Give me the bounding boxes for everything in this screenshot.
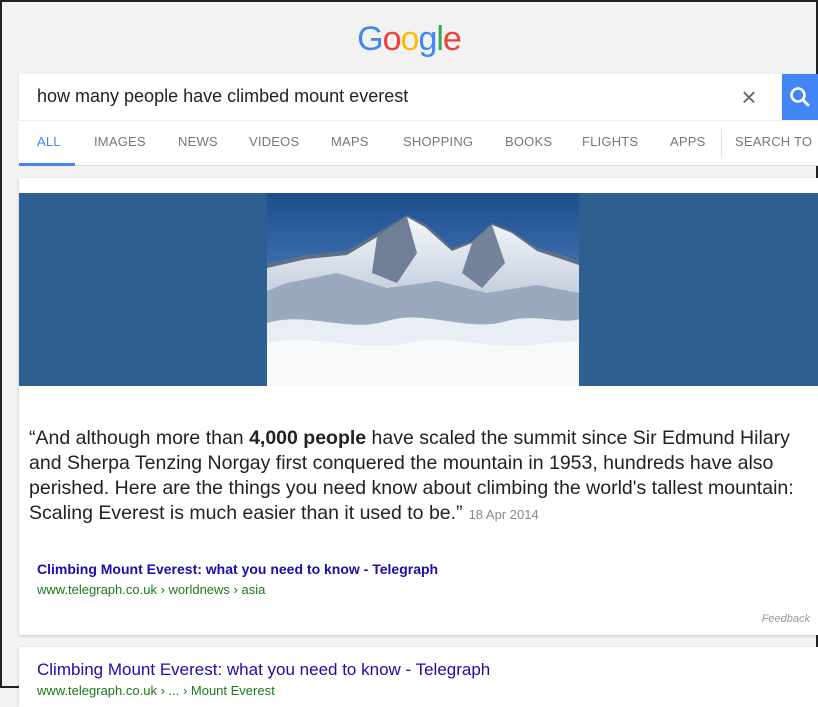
- tab-maps[interactable]: MAPS: [331, 134, 369, 149]
- feedback-link[interactable]: Feedback: [762, 613, 810, 625]
- snippet-date: 18 Apr 2014: [468, 507, 539, 522]
- featured-snippet-card: “And although more than 4,000 people hav…: [19, 178, 818, 635]
- tab-news[interactable]: NEWS: [178, 134, 218, 149]
- logo-letter: o: [382, 20, 402, 58]
- quote-text: “And although more than: [29, 427, 250, 449]
- hero-banner: [19, 193, 818, 386]
- active-tab-indicator: [19, 163, 75, 166]
- search-icon: [790, 87, 810, 107]
- tab-apps[interactable]: APPS: [670, 134, 705, 149]
- result-url[interactable]: www.telegraph.co.uk › ... › Mount Everes…: [37, 683, 275, 698]
- featured-quote: “And although more than 4,000 people hav…: [29, 426, 809, 527]
- search-button[interactable]: [782, 74, 818, 120]
- google-logo[interactable]: Google: [2, 20, 816, 59]
- tab-divider: [721, 129, 722, 157]
- featured-result-link[interactable]: Climbing Mount Everest: what you need to…: [37, 561, 438, 577]
- tab-books[interactable]: BOOKS: [505, 134, 552, 149]
- tab-all[interactable]: ALL: [37, 134, 61, 149]
- search-bar: how many people have climbed mount evere…: [19, 74, 818, 120]
- clear-search-button[interactable]: ×: [734, 82, 764, 112]
- logo-letter: g: [418, 20, 437, 58]
- tab-search-tools[interactable]: SEARCH TO: [735, 134, 812, 149]
- result-title-link[interactable]: Climbing Mount Everest: what you need to…: [37, 660, 490, 680]
- search-tabs: ALL IMAGES NEWS VIDEOS MAPS SHOPPING BOO…: [19, 120, 818, 166]
- logo-letter: e: [442, 20, 462, 58]
- logo-letter: o: [400, 20, 420, 58]
- search-input[interactable]: how many people have climbed mount evere…: [37, 86, 408, 107]
- logo-letter: G: [357, 20, 383, 58]
- tab-videos[interactable]: VIDEOS: [249, 134, 299, 149]
- tab-flights[interactable]: FLIGHTS: [582, 134, 638, 149]
- featured-result-url[interactable]: www.telegraph.co.uk › worldnews › asia: [37, 582, 265, 597]
- mountain-image[interactable]: [267, 193, 579, 386]
- search-result-card: Climbing Mount Everest: what you need to…: [19, 647, 818, 707]
- tab-images[interactable]: IMAGES: [94, 134, 146, 149]
- tab-shopping[interactable]: SHOPPING: [403, 134, 473, 149]
- quote-highlight: 4,000 people: [249, 427, 367, 449]
